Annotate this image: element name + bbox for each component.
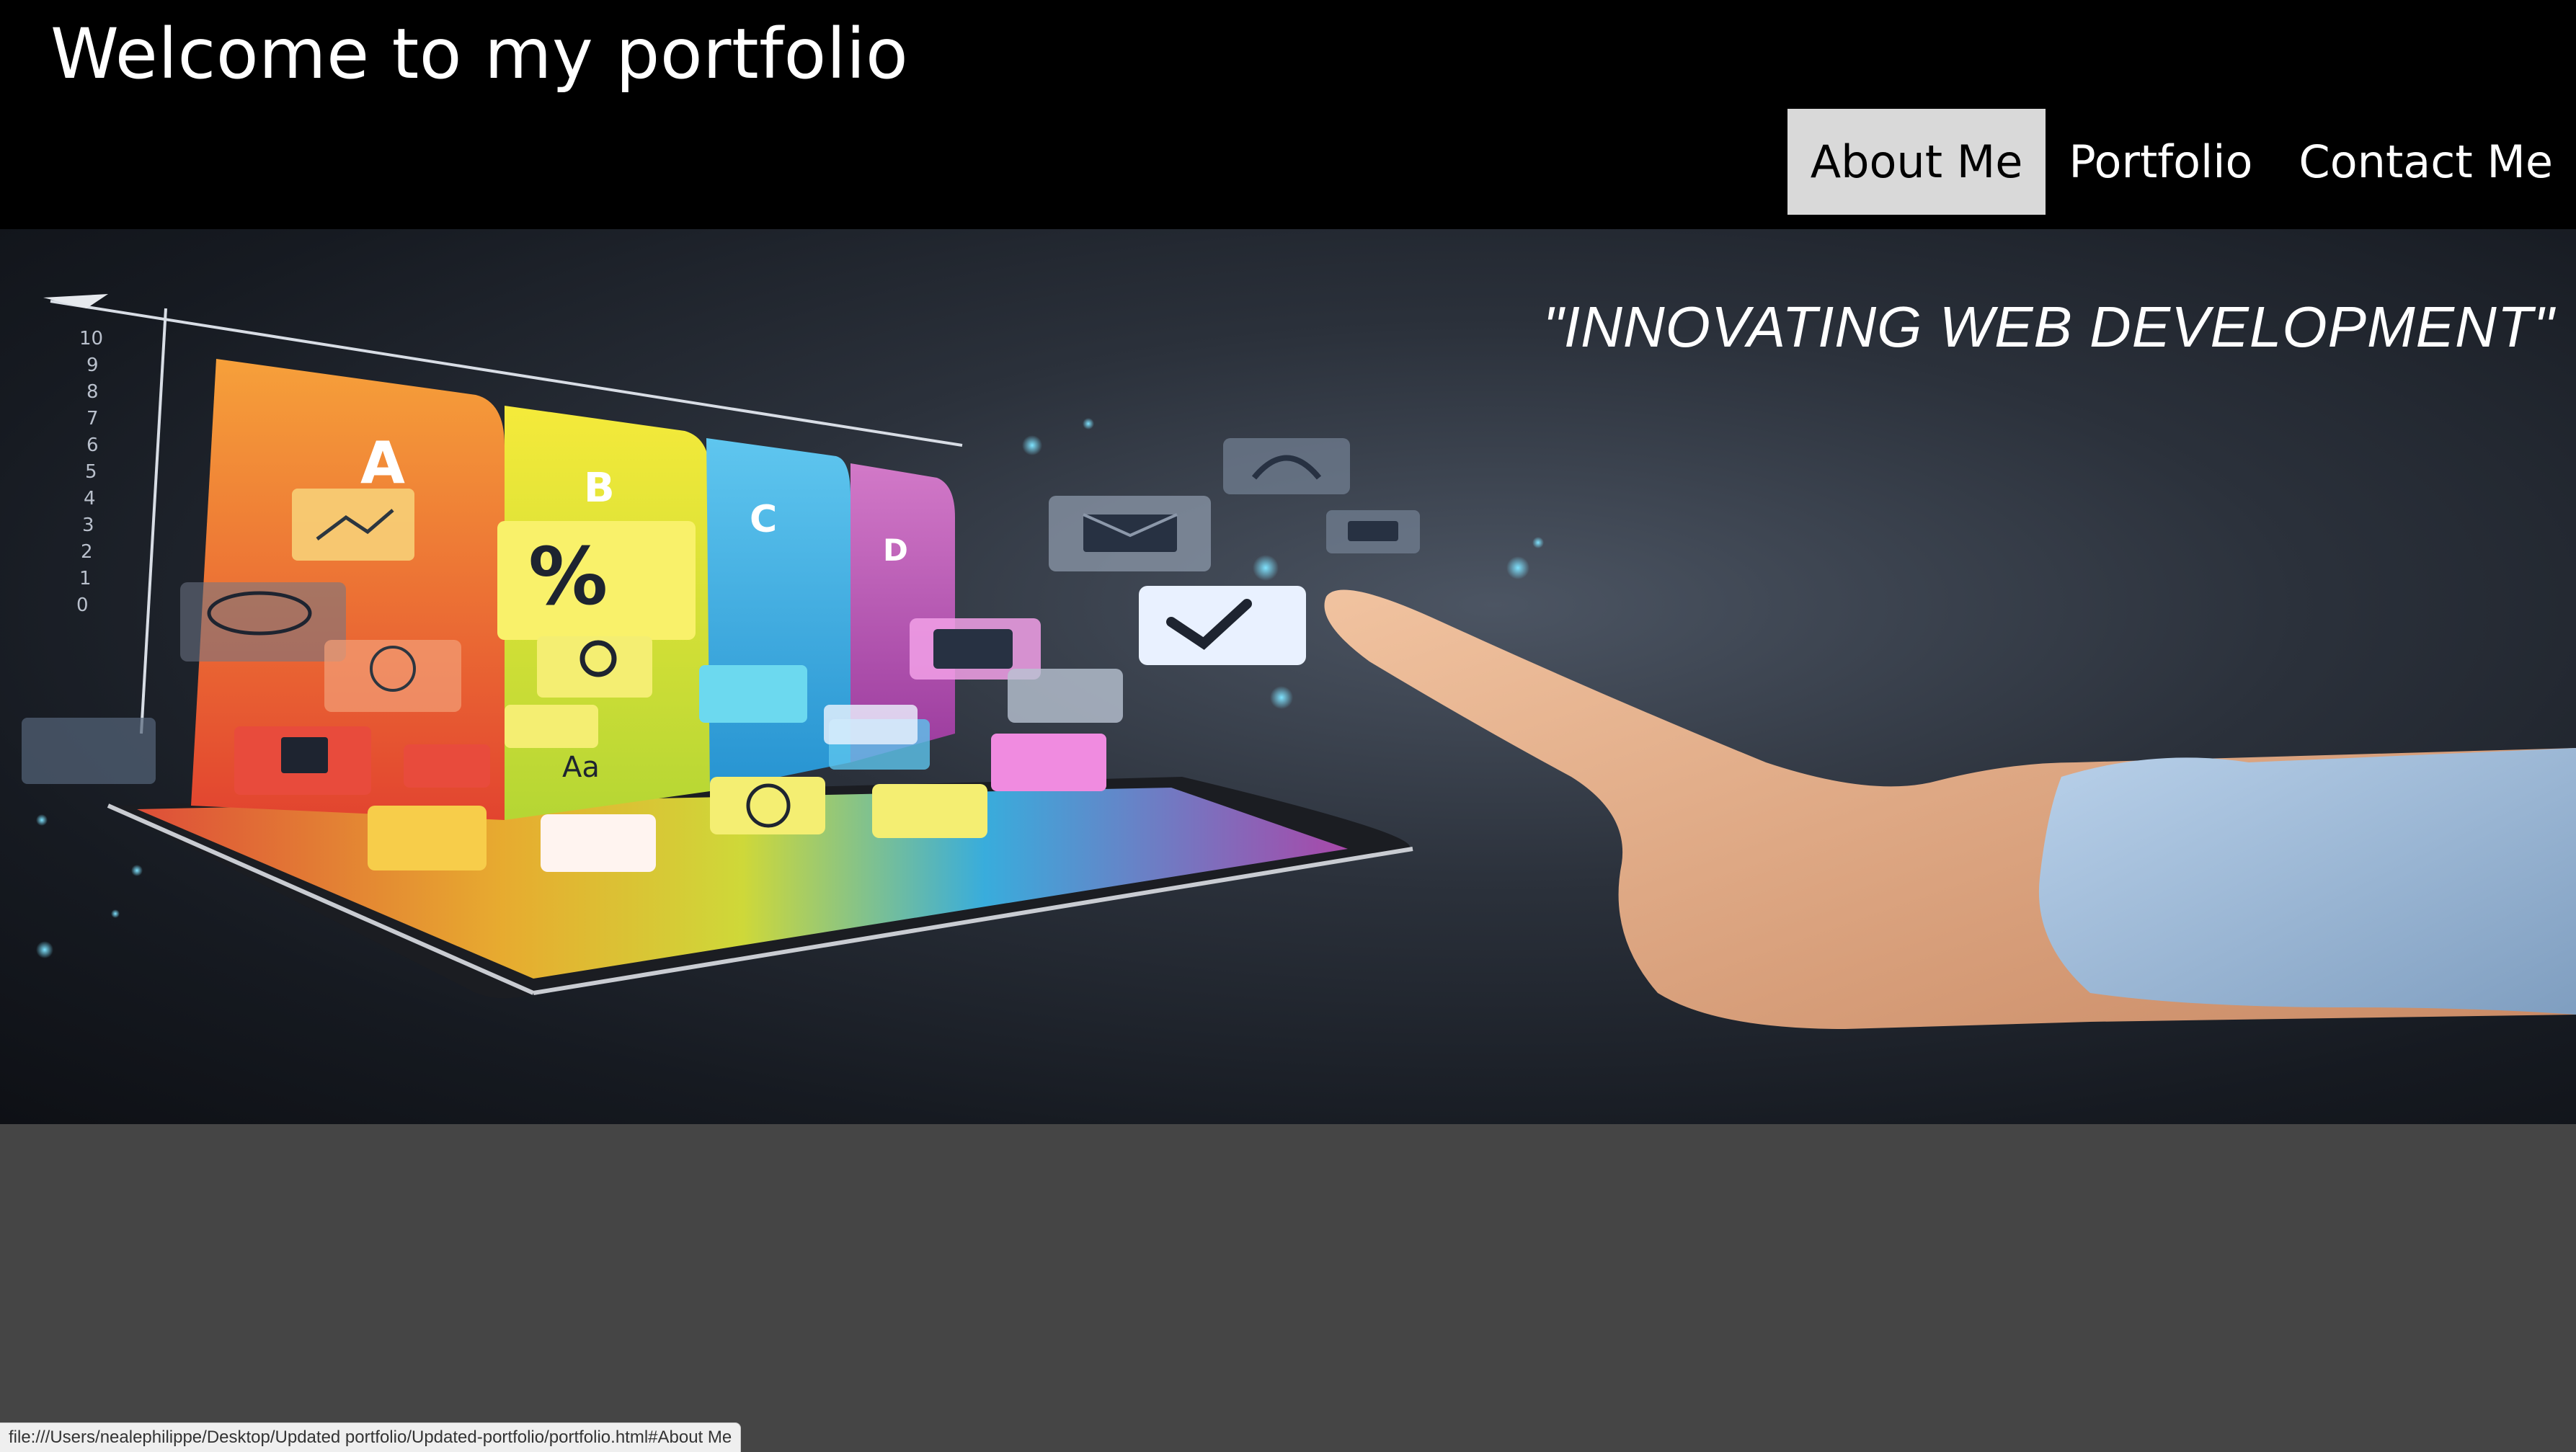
axis-ticks: 10 9 8 7 6 5 4 3 2 1 0	[76, 328, 103, 616]
svg-text:Aa: Aa	[562, 751, 600, 784]
svg-text:9: 9	[86, 355, 99, 376]
svg-text:5: 5	[85, 461, 97, 483]
svg-text:D: D	[883, 533, 908, 568]
svg-text:6: 6	[86, 435, 99, 456]
svg-text:7: 7	[86, 408, 99, 429]
content-area	[0, 1124, 2576, 1452]
hero-banner: 10 9 8 7 6 5 4 3 2 1 0 A B C D % Aa "INN…	[0, 229, 2576, 1124]
hero-illustration: 10 9 8 7 6 5 4 3 2 1 0 A B C D % Aa	[22, 294, 2576, 1029]
main-nav: About Me Portfolio Contact Me	[1787, 109, 2576, 215]
site-header: Welcome to my portfolio About Me Portfol…	[0, 0, 2576, 229]
svg-text:2: 2	[81, 541, 93, 563]
hand-illustration	[1324, 589, 2576, 1029]
svg-text:A: A	[360, 429, 405, 496]
page: Welcome to my portfolio About Me Portfol…	[0, 0, 2576, 1452]
hero-tagline: "INNOVATING WEB DEVELOPMENT"	[1542, 295, 2554, 359]
svg-text:8: 8	[86, 381, 99, 403]
nav-portfolio[interactable]: Portfolio	[2046, 109, 2275, 215]
nav-about-me[interactable]: About Me	[1787, 109, 2046, 215]
nav-contact-me[interactable]: Contact Me	[2275, 109, 2576, 215]
svg-text:3: 3	[82, 515, 94, 536]
svg-text:1: 1	[79, 568, 92, 589]
svg-text:C: C	[750, 498, 777, 541]
site-title: Welcome to my portfolio	[50, 14, 909, 94]
svg-text:B: B	[584, 465, 615, 512]
svg-text:4: 4	[84, 488, 96, 509]
svg-text:0: 0	[76, 594, 89, 616]
svg-text:%: %	[528, 530, 608, 623]
svg-text:10: 10	[79, 328, 103, 349]
link-status-bar: file:///Users/nealephilippe/Desktop/Upda…	[0, 1422, 742, 1452]
